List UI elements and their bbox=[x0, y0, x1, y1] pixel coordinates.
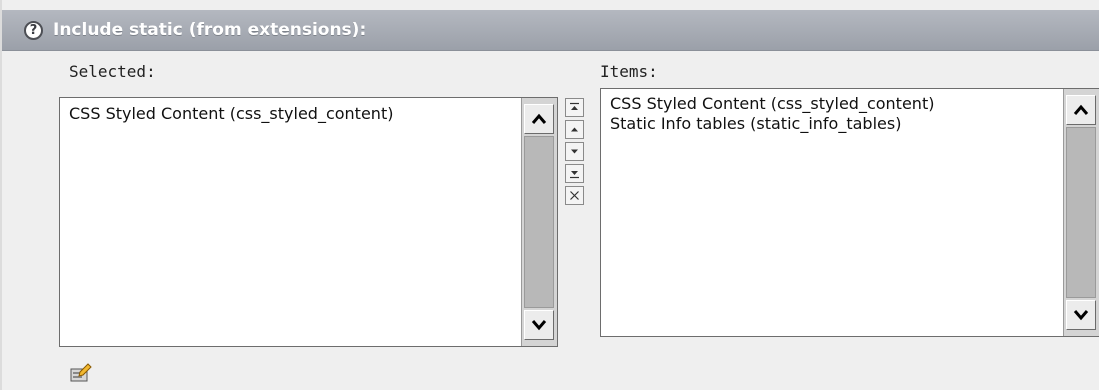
selected-scrollbar[interactable] bbox=[521, 98, 557, 346]
move-buttons bbox=[565, 98, 585, 208]
selected-label: Selected: bbox=[69, 62, 156, 81]
chevron-up-icon bbox=[1073, 104, 1089, 115]
items-list-item[interactable]: Static Info tables (static_info_tables) bbox=[610, 114, 1059, 134]
move-up-button[interactable] bbox=[565, 120, 584, 139]
selected-list: CSS Styled Content (css_styled_content) bbox=[69, 104, 517, 124]
items-label: Items: bbox=[600, 62, 658, 81]
chevron-down-icon bbox=[1073, 310, 1089, 321]
items-listbox[interactable]: CSS Styled Content (css_styled_content) … bbox=[600, 88, 1099, 337]
include-static-panel: ? Include static (from extensions): Sele… bbox=[0, 0, 1099, 390]
scroll-up-button[interactable] bbox=[524, 104, 554, 134]
scroll-up-button[interactable] bbox=[1066, 95, 1096, 125]
scroll-down-button[interactable] bbox=[524, 310, 554, 340]
scrollbar-track[interactable] bbox=[1066, 127, 1096, 298]
move-down-icon bbox=[571, 149, 578, 154]
items-scrollbar[interactable] bbox=[1063, 89, 1099, 336]
scrollbar-track[interactable] bbox=[524, 136, 554, 308]
section-title: Include static (from extensions): bbox=[53, 20, 367, 40]
scroll-down-button[interactable] bbox=[1066, 300, 1096, 330]
move-bottom-icon bbox=[570, 171, 579, 179]
items-list: CSS Styled Content (css_styled_content) … bbox=[610, 94, 1059, 134]
edit-record-icon[interactable] bbox=[68, 363, 92, 383]
move-bottom-button[interactable] bbox=[565, 164, 584, 183]
help-icon[interactable]: ? bbox=[24, 21, 43, 40]
chevron-down-icon bbox=[531, 320, 547, 331]
remove-button[interactable] bbox=[565, 186, 584, 205]
chevron-up-icon bbox=[531, 113, 547, 124]
remove-icon bbox=[570, 191, 579, 200]
selected-listbox[interactable]: CSS Styled Content (css_styled_content) bbox=[59, 97, 558, 347]
items-list-item[interactable]: CSS Styled Content (css_styled_content) bbox=[610, 94, 1059, 114]
move-down-button[interactable] bbox=[565, 142, 584, 161]
section-header: ? Include static (from extensions): bbox=[2, 10, 1099, 51]
selected-list-item[interactable]: CSS Styled Content (css_styled_content) bbox=[69, 104, 517, 124]
move-top-button[interactable] bbox=[565, 98, 584, 117]
move-top-icon bbox=[570, 102, 579, 110]
move-up-icon bbox=[571, 127, 578, 132]
